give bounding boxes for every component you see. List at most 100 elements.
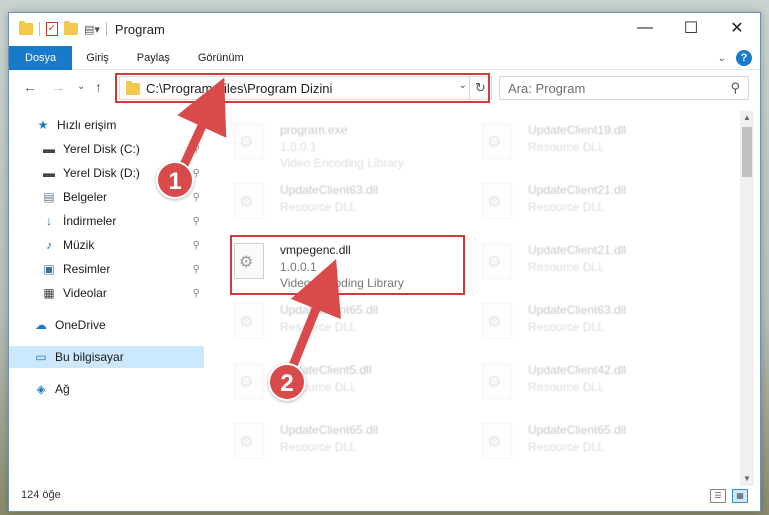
quick-access-toolbar: ✓ ▤▾ xyxy=(19,21,107,36)
sidebar-item-icon: ★ xyxy=(37,118,49,132)
pin-icon[interactable]: ⚲ xyxy=(193,192,200,203)
pin-icon[interactable]: ⚲ xyxy=(193,288,200,299)
file-l2: Resource DLL xyxy=(280,440,357,454)
sidebar-item-5[interactable]: ♪ Müzik ⚲ xyxy=(9,234,204,256)
file-l2: 1.0.0.1 xyxy=(280,140,317,154)
sidebar-item-0[interactable]: ★ Hızlı erişim xyxy=(9,114,204,136)
sidebar-item-1[interactable]: ▬ Yerel Disk (C:) ⚲ xyxy=(9,138,204,160)
sidebar-item-8[interactable]: ☁ OneDrive xyxy=(9,314,204,336)
file-name: UpdateClient65.dll xyxy=(280,423,379,437)
step-1-badge: 1 xyxy=(156,161,194,199)
pin-icon[interactable]: ⚲ xyxy=(193,264,200,275)
pin-icon[interactable]: ⚲ xyxy=(193,216,200,227)
file-item[interactable]: UpdateClient42.dll Resource DLL xyxy=(472,357,712,409)
help-icon[interactable]: ? xyxy=(736,50,752,66)
expand-ribbon-icon[interactable]: ⌄ xyxy=(718,53,726,64)
dll-file-icon xyxy=(482,123,512,159)
file-item[interactable]: UpdateClient65.dll Resource DLL xyxy=(472,417,712,469)
file-name: UpdateClient21.dll xyxy=(528,183,627,197)
forward-button[interactable]: → xyxy=(51,79,65,95)
sidebar-item-label: Belgeler xyxy=(63,190,108,204)
sidebar-item-10[interactable]: ◈ Ağ xyxy=(9,378,204,400)
file-name: UpdateClient63.dll xyxy=(528,303,627,317)
tiles-view-button[interactable]: ▦ xyxy=(732,489,748,503)
vertical-scrollbar[interactable]: ▲ ▼ xyxy=(740,111,754,486)
folder-icon xyxy=(19,21,33,35)
search-box[interactable]: Ara: Program ⚲ xyxy=(499,76,749,100)
sidebar-item-icon: ▬ xyxy=(43,142,55,156)
file-item[interactable]: program.exe 1.0.0.1 Video Encoding Library xyxy=(224,117,464,170)
file-item[interactable]: UpdateClient63.dll Resource DLL xyxy=(472,297,712,349)
up-button[interactable]: ↑ xyxy=(95,79,102,95)
search-icon[interactable]: ⚲ xyxy=(730,80,740,96)
navigation-bar: ← → ⌄ ↑ C:\Program Files\Program Dizini … xyxy=(9,73,760,103)
tab-paylas[interactable]: Paylaş xyxy=(123,46,184,70)
sidebar-item-icon: ♪ xyxy=(46,238,52,252)
file-item[interactable]: UpdateClient63.dll Resource DLL xyxy=(224,177,464,229)
title-bar: ✓ ▤▾ Program — ☐ ✕ xyxy=(9,13,760,45)
dll-file-icon xyxy=(234,123,264,159)
sidebar-item-9[interactable]: ▭ Bu bilgisayar xyxy=(9,346,204,368)
file-l2: Resource DLL xyxy=(528,380,605,394)
file-name: program.exe xyxy=(280,123,348,137)
tab-dosya[interactable]: Dosya xyxy=(9,45,73,70)
file-item[interactable]: UpdateClient65.dll Resource DLL xyxy=(224,297,464,349)
sidebar-item-label: Yerel Disk (C:) xyxy=(63,142,140,156)
sidebar-item-label: Resimler xyxy=(63,262,111,276)
address-highlight-box xyxy=(115,73,490,103)
sidebar-item-4[interactable]: ↓ İndirmeler ⚲ xyxy=(9,210,204,232)
tab-giris[interactable]: Giriş xyxy=(72,46,123,70)
close-button[interactable]: ✕ xyxy=(714,13,760,43)
dll-file-icon xyxy=(482,183,512,219)
file-name: UpdateClient42.dll xyxy=(528,363,627,377)
sidebar-item-label: Yerel Disk (D:) xyxy=(63,166,140,180)
tab-gorunum[interactable]: Görünüm xyxy=(184,46,258,70)
scroll-thumb[interactable] xyxy=(742,127,752,177)
file-highlight-box xyxy=(230,235,465,295)
ribbon-tabs: Dosya Giriş Paylaş Görünüm ⌄ ? xyxy=(9,45,760,70)
file-item[interactable]: UpdateClient21.dll Resource DLL xyxy=(472,237,712,289)
sidebar-item-label: Müzik xyxy=(63,238,95,252)
file-name: UpdateClient21.dll xyxy=(528,243,627,257)
pin-icon[interactable]: ⚲ xyxy=(193,144,200,155)
scroll-up-arrow[interactable]: ▲ xyxy=(740,111,754,125)
file-l3: Video Encoding Library xyxy=(280,156,404,170)
details-view-button[interactable]: ☰ xyxy=(710,489,726,503)
scroll-down-arrow[interactable]: ▼ xyxy=(740,472,754,486)
back-button[interactable]: ← xyxy=(23,79,37,95)
sidebar-item-6[interactable]: ▣ Resimler ⚲ xyxy=(9,258,204,280)
file-item[interactable]: UpdateClient19.dll Resource DLL xyxy=(472,117,712,169)
divider xyxy=(105,22,107,36)
customize-toolbar-icon[interactable]: ▤▾ xyxy=(84,23,100,36)
item-count: 124 öğe xyxy=(21,489,61,501)
file-l2: Resource DLL xyxy=(280,200,357,214)
dll-file-icon xyxy=(482,423,512,459)
sidebar-item-7[interactable]: ▦ Videolar ⚲ xyxy=(9,282,204,304)
dll-file-icon xyxy=(482,243,512,279)
file-l2: Resource DLL xyxy=(528,260,605,274)
sidebar-item-label: Videolar xyxy=(63,286,107,300)
file-name: UpdateClient65.dll xyxy=(528,423,627,437)
minimize-button[interactable]: — xyxy=(622,13,668,43)
file-name: UpdateClient63.dll xyxy=(280,183,379,197)
file-name: UpdateClient19.dll xyxy=(528,123,627,137)
file-item[interactable]: UpdateClient65.dll Resource DLL xyxy=(224,417,464,469)
file-l2: Resource DLL xyxy=(280,320,357,334)
file-l2: Resource DLL xyxy=(528,200,605,214)
dll-file-icon xyxy=(234,183,264,219)
maximize-button[interactable]: ☐ xyxy=(668,13,714,43)
properties-icon[interactable]: ✓ xyxy=(46,22,58,36)
recent-locations-button[interactable]: ⌄ xyxy=(77,81,85,92)
window-title: Program xyxy=(114,21,165,37)
file-item[interactable]: UpdateClient5.dllResource DLL xyxy=(224,357,464,409)
explorer-window: ✓ ▤▾ Program — ☐ ✕ Dosya Giriş Paylaş Gö… xyxy=(8,12,761,512)
new-folder-icon[interactable] xyxy=(64,21,78,35)
file-l2: Resource DLL xyxy=(528,440,605,454)
sidebar-item-label: Ağ xyxy=(55,382,70,396)
sidebar-item-icon: ◈ xyxy=(36,382,46,396)
file-item[interactable]: UpdateClient21.dll Resource DLL xyxy=(472,177,712,229)
pin-icon[interactable]: ⚲ xyxy=(193,240,200,251)
file-list: program.exe 1.0.0.1 Video Encoding Library… xyxy=(214,111,739,486)
sidebar-item-icon: ▤ xyxy=(43,190,55,204)
search-placeholder: Ara: Program xyxy=(508,80,586,96)
